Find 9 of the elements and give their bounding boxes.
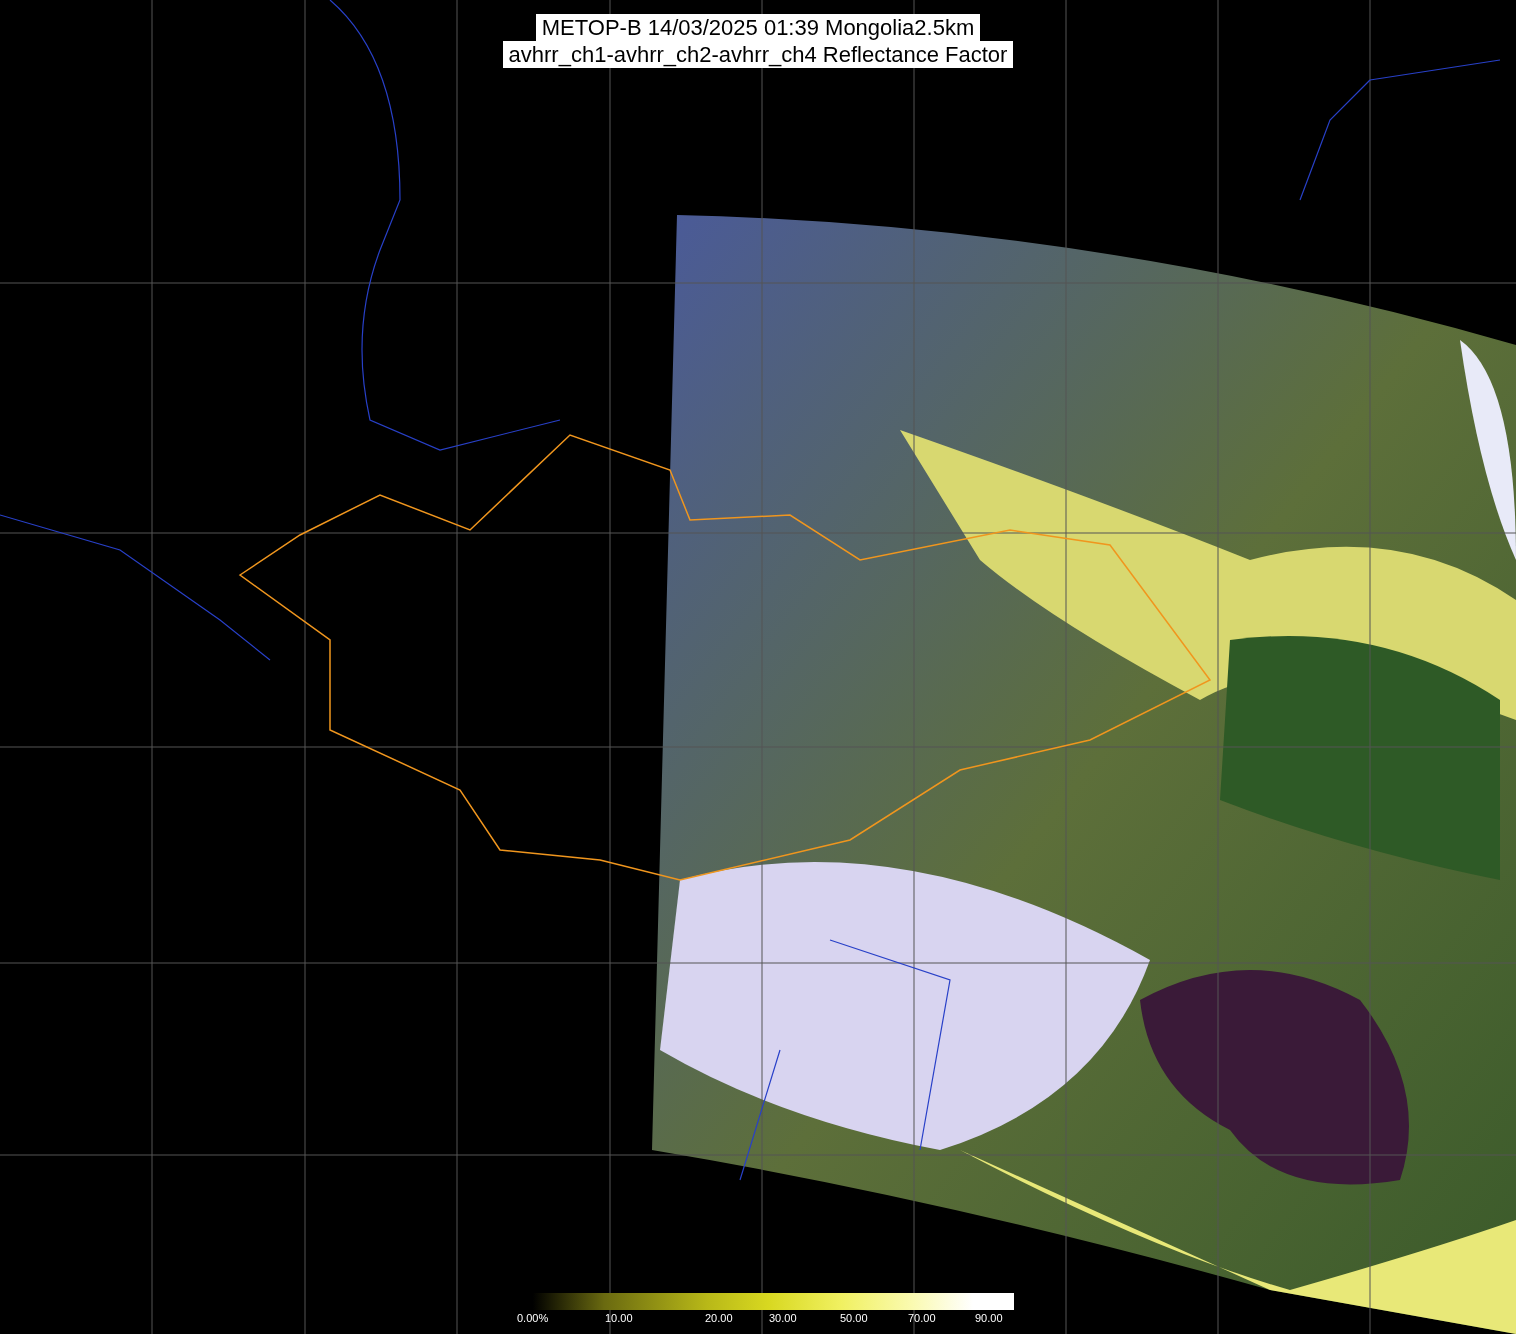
colorbar-label: 70.00 [908,1312,936,1324]
colorbar-label: 0.00% [517,1312,549,1324]
colorbar-label: 30.00 [769,1312,797,1324]
colorbar-label: 20.00 [705,1312,733,1324]
colorbar-label: 10.00 [605,1312,633,1324]
colorbar-label: 90.00 [975,1312,1003,1324]
colorbar-label: 50.00 [840,1312,868,1324]
map-title: METOP-B 14/03/2025 01:39 Mongolia2.5km [535,14,981,41]
map-title: avhrr_ch1-avhrr_ch2-avhrr_ch4 Reflectance Factor [502,41,1014,68]
